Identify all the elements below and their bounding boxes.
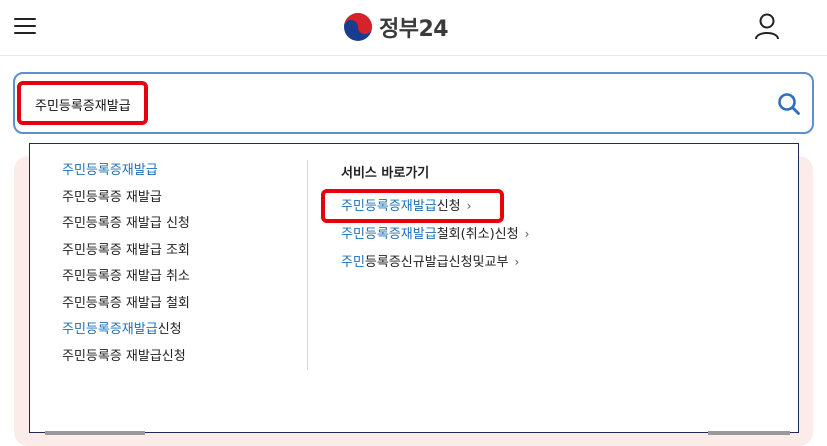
suggestion-item[interactable]: 주민등록증 재발급 조회 [62,238,190,265]
logo-text: 정부24 [379,17,449,42]
taegeuk-logo-icon [344,13,372,41]
service-shortcut-item[interactable]: 주민등록증재발급철회(취소)신청 › [341,220,529,248]
suggestion-list: 주민등록증재발급 주민등록증 재발급 주민등록증 재발급 신청 주민등록증 재발… [62,158,190,370]
suggestion-item[interactable]: 주민등록증 재발급신청 [62,344,190,371]
chevron-right-icon: › [514,255,520,269]
suggestion-item[interactable]: 주민등록증재발급 [62,158,190,185]
suggestion-item[interactable]: 주민등록증재발급신청 [62,317,190,344]
background-button-edge [708,431,790,435]
search-input[interactable] [35,93,735,115]
search-box[interactable] [13,72,814,134]
hamburger-menu-icon[interactable] [14,16,36,36]
service-shortcut-list: 주민등록증재발급신청 › 주민등록증재발급철회(취소)신청 › 주민등록증신규발급신… [341,192,529,276]
user-icon[interactable] [754,12,780,40]
autocomplete-dropdown: 주민등록증재발급 주민등록증 재발급 주민등록증 재발급 신청 주민등록증 재발… [29,143,799,433]
chevron-right-icon: › [466,199,472,213]
logo[interactable]: 정부24 [343,10,449,44]
suggestion-item[interactable]: 주민등록증 재발급 [62,185,190,212]
service-shortcut-item[interactable]: 주민등록증신규발급신청및교부 › [341,248,529,276]
suggestion-item[interactable]: 주민등록증 재발급 신청 [62,211,190,238]
suggestion-item[interactable]: 주민등록증 재발급 취소 [62,264,190,291]
dropdown-divider [307,160,308,370]
service-shortcut-item[interactable]: 주민등록증재발급신청 › [341,192,529,220]
suggestion-item[interactable]: 주민등록증 재발급 철회 [62,291,190,318]
background-button-edge [45,431,145,435]
header: 정부24 [0,0,827,56]
search-icon[interactable] [777,92,801,116]
chevron-right-icon: › [524,227,530,241]
services-title: 서비스 바로가기 [341,166,430,181]
